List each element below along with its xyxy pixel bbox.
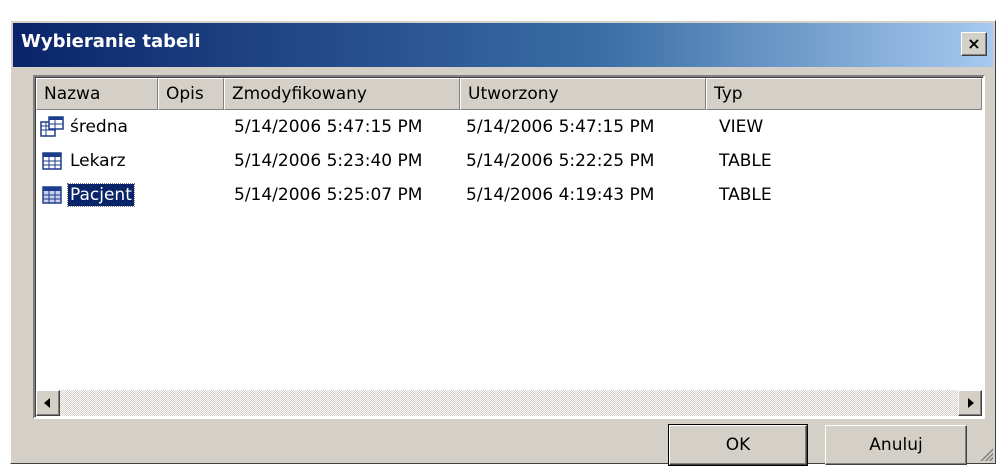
view-icon <box>40 116 64 137</box>
type-cell: TABLE <box>719 185 772 205</box>
column-header-utworzony[interactable]: Utworzony <box>460 78 706 110</box>
title-bar[interactable]: Wybieranie tabeli × <box>13 23 993 67</box>
close-icon: × <box>967 34 981 53</box>
list-item[interactable]: Pacjent 5/14/2006 5:25:07 PM 5/14/2006 4… <box>36 178 982 212</box>
column-header-nazwa[interactable]: Nazwa <box>36 78 158 110</box>
column-header-zmodyfikowany[interactable]: Zmodyfikowany <box>224 78 460 110</box>
scroll-left-button[interactable] <box>36 390 60 416</box>
name-cell: Lekarz <box>40 150 128 172</box>
list-item[interactable]: Lekarz 5/14/2006 5:23:40 PM 5/14/2006 5:… <box>36 144 982 178</box>
table-name: Lekarz <box>70 151 126 171</box>
list-header: Nazwa Opis Zmodyfikowany Utworzony Typ <box>36 78 982 110</box>
table-list[interactable]: Nazwa Opis Zmodyfikowany Utworzony Typ ś… <box>33 75 985 419</box>
type-cell: VIEW <box>719 117 764 137</box>
table-name: średna <box>70 117 128 137</box>
horizontal-scrollbar[interactable] <box>36 390 982 416</box>
dialog-title: Wybieranie tabeli <box>21 31 201 52</box>
ok-button[interactable]: OK <box>668 424 808 466</box>
arrow-left-icon <box>44 398 50 408</box>
table-name: Pacjent <box>67 183 135 207</box>
column-header-typ[interactable]: Typ <box>706 78 982 110</box>
scroll-right-button[interactable] <box>958 390 982 416</box>
type-cell: TABLE <box>719 151 772 171</box>
list-rows: średna 5/14/2006 5:47:15 PM 5/14/2006 5:… <box>36 110 982 212</box>
arrow-right-icon <box>968 398 974 408</box>
table-icon <box>42 186 62 204</box>
list-item[interactable]: średna 5/14/2006 5:47:15 PM 5/14/2006 5:… <box>36 110 982 144</box>
select-table-dialog: Wybieranie tabeli × Nazwa Opis Zmodyfiko… <box>10 20 996 466</box>
created-cell: 5/14/2006 4:19:43 PM <box>466 185 655 205</box>
table-icon <box>42 152 62 170</box>
modified-cell: 5/14/2006 5:25:07 PM <box>234 185 423 205</box>
name-cell: średna <box>40 116 130 138</box>
resize-grip-icon[interactable] <box>979 447 993 461</box>
created-cell: 5/14/2006 5:22:25 PM <box>466 151 655 171</box>
created-cell: 5/14/2006 5:47:15 PM <box>466 117 655 137</box>
name-cell: Pacjent <box>40 183 135 207</box>
modified-cell: 5/14/2006 5:47:15 PM <box>234 117 423 137</box>
modified-cell: 5/14/2006 5:23:40 PM <box>234 151 423 171</box>
column-header-opis[interactable]: Opis <box>158 78 224 110</box>
cancel-button[interactable]: Anuluj <box>825 425 967 465</box>
close-button[interactable]: × <box>961 32 987 56</box>
